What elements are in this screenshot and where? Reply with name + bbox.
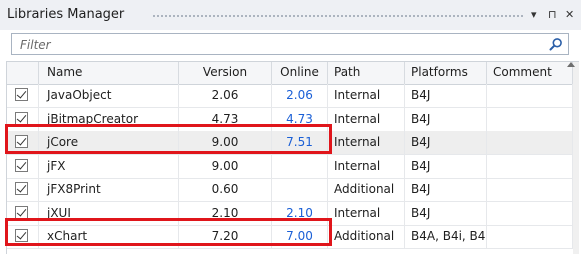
table-row[interactable]: jFX8Print 0.60 Additional B4J	[7, 178, 573, 202]
cell-comment	[487, 154, 573, 178]
cell-path: Additional	[328, 178, 405, 201]
cell-online[interactable]	[272, 154, 328, 178]
cell-comment	[487, 178, 573, 201]
cell-platforms: B4J	[405, 84, 487, 107]
cell-version: 2.06	[179, 84, 272, 107]
cell-path: Additional	[328, 225, 405, 248]
row-checkbox[interactable]	[15, 111, 28, 125]
cell-name: xChart	[39, 225, 179, 248]
cell-check	[7, 131, 39, 154]
row-checkbox[interactable]	[15, 135, 28, 148]
pin-icon[interactable]: ⊓	[548, 8, 557, 21]
header-platforms[interactable]: Platforms	[405, 62, 487, 84]
cell-online[interactable]: 2.10	[272, 201, 328, 225]
cell-name: JavaObject	[39, 84, 179, 107]
cell-check	[7, 84, 39, 107]
cell-platforms: B4J	[405, 131, 487, 154]
row-checkbox[interactable]	[15, 229, 28, 242]
header-online[interactable]: Online	[272, 62, 328, 84]
header-comment[interactable]: Comment	[487, 62, 573, 84]
libraries-table: Name Version Online Path Platforms Comme…	[6, 61, 579, 254]
cell-name: jXUI	[39, 201, 179, 225]
cell-platforms: B4A, B4i, B4	[405, 225, 487, 248]
table-row[interactable]: xChart 7.20 7.00 Additional B4A, B4i, B4	[7, 225, 573, 249]
cell-version: 0.60	[179, 178, 272, 201]
row-checkbox[interactable]	[15, 158, 28, 172]
cell-comment	[487, 201, 573, 225]
cell-version: 9.00	[179, 154, 272, 178]
row-checkbox[interactable]	[15, 88, 28, 101]
cell-check	[7, 154, 39, 178]
table-row[interactable]: JavaObject 2.06 2.06 Internal B4J	[7, 84, 573, 108]
cell-platforms: B4J	[405, 201, 487, 225]
cell-platforms: B4J	[405, 178, 487, 201]
panel-titlebar: Libraries Manager ▾ ⊓ ✕	[0, 0, 581, 30]
dropdown-icon[interactable]: ▾	[531, 8, 537, 21]
cell-check	[7, 107, 39, 131]
panel-title: Libraries Manager	[7, 7, 125, 22]
cell-path: Internal	[328, 201, 405, 225]
cell-name: jCore	[39, 131, 179, 154]
cell-comment	[487, 225, 573, 248]
cell-online[interactable]: 7.00	[272, 225, 328, 248]
cell-check	[7, 178, 39, 201]
header-name[interactable]: Name	[39, 62, 179, 84]
cell-version: 7.20	[179, 225, 272, 248]
cell-comment	[487, 84, 573, 107]
search-icon[interactable]	[549, 37, 563, 51]
cell-platforms: B4J	[405, 107, 487, 131]
cell-version: 9.00	[179, 131, 272, 154]
cell-check	[7, 201, 39, 225]
cell-online[interactable]: 4.73	[272, 107, 328, 131]
cell-platforms: B4J	[405, 154, 487, 178]
header-check	[7, 62, 39, 84]
table-header: Name Version Online Path Platforms Comme…	[7, 62, 579, 85]
cell-path: Internal	[328, 131, 405, 154]
row-checkbox[interactable]	[15, 182, 28, 195]
cell-online[interactable]	[272, 178, 328, 201]
filter-box	[11, 33, 569, 55]
header-path[interactable]: Path	[328, 62, 405, 84]
cell-name: jFX8Print	[39, 178, 179, 201]
cell-version: 4.73	[179, 107, 272, 131]
filter-input[interactable]	[18, 36, 542, 54]
cell-path: Internal	[328, 107, 405, 131]
table-row[interactable]: jCore 9.00 7.51 Internal B4J	[7, 131, 573, 155]
cell-path: Internal	[328, 154, 405, 178]
cell-name: jFX	[39, 154, 179, 178]
vertical-scrollbar[interactable]	[573, 62, 579, 254]
cell-comment	[487, 107, 573, 131]
table-row[interactable]: jBitmapCreator 4.73 4.73 Internal B4J	[7, 107, 573, 132]
cell-check	[7, 225, 39, 248]
cell-comment	[487, 131, 573, 154]
cell-version: 2.10	[179, 201, 272, 225]
row-checkbox[interactable]	[15, 205, 28, 219]
cell-name: jBitmapCreator	[39, 107, 179, 131]
close-icon[interactable]: ✕	[565, 8, 574, 21]
cell-online[interactable]: 2.06	[272, 84, 328, 107]
table-row[interactable]: jXUI 2.10 2.10 Internal B4J	[7, 201, 573, 226]
scroll-up-icon[interactable]	[567, 62, 575, 67]
cell-path: Internal	[328, 84, 405, 107]
table-row[interactable]: jFX 9.00 Internal B4J	[7, 154, 573, 179]
header-version[interactable]: Version	[179, 62, 272, 84]
drag-grip[interactable]	[152, 14, 524, 19]
cell-online[interactable]: 7.51	[272, 131, 328, 154]
